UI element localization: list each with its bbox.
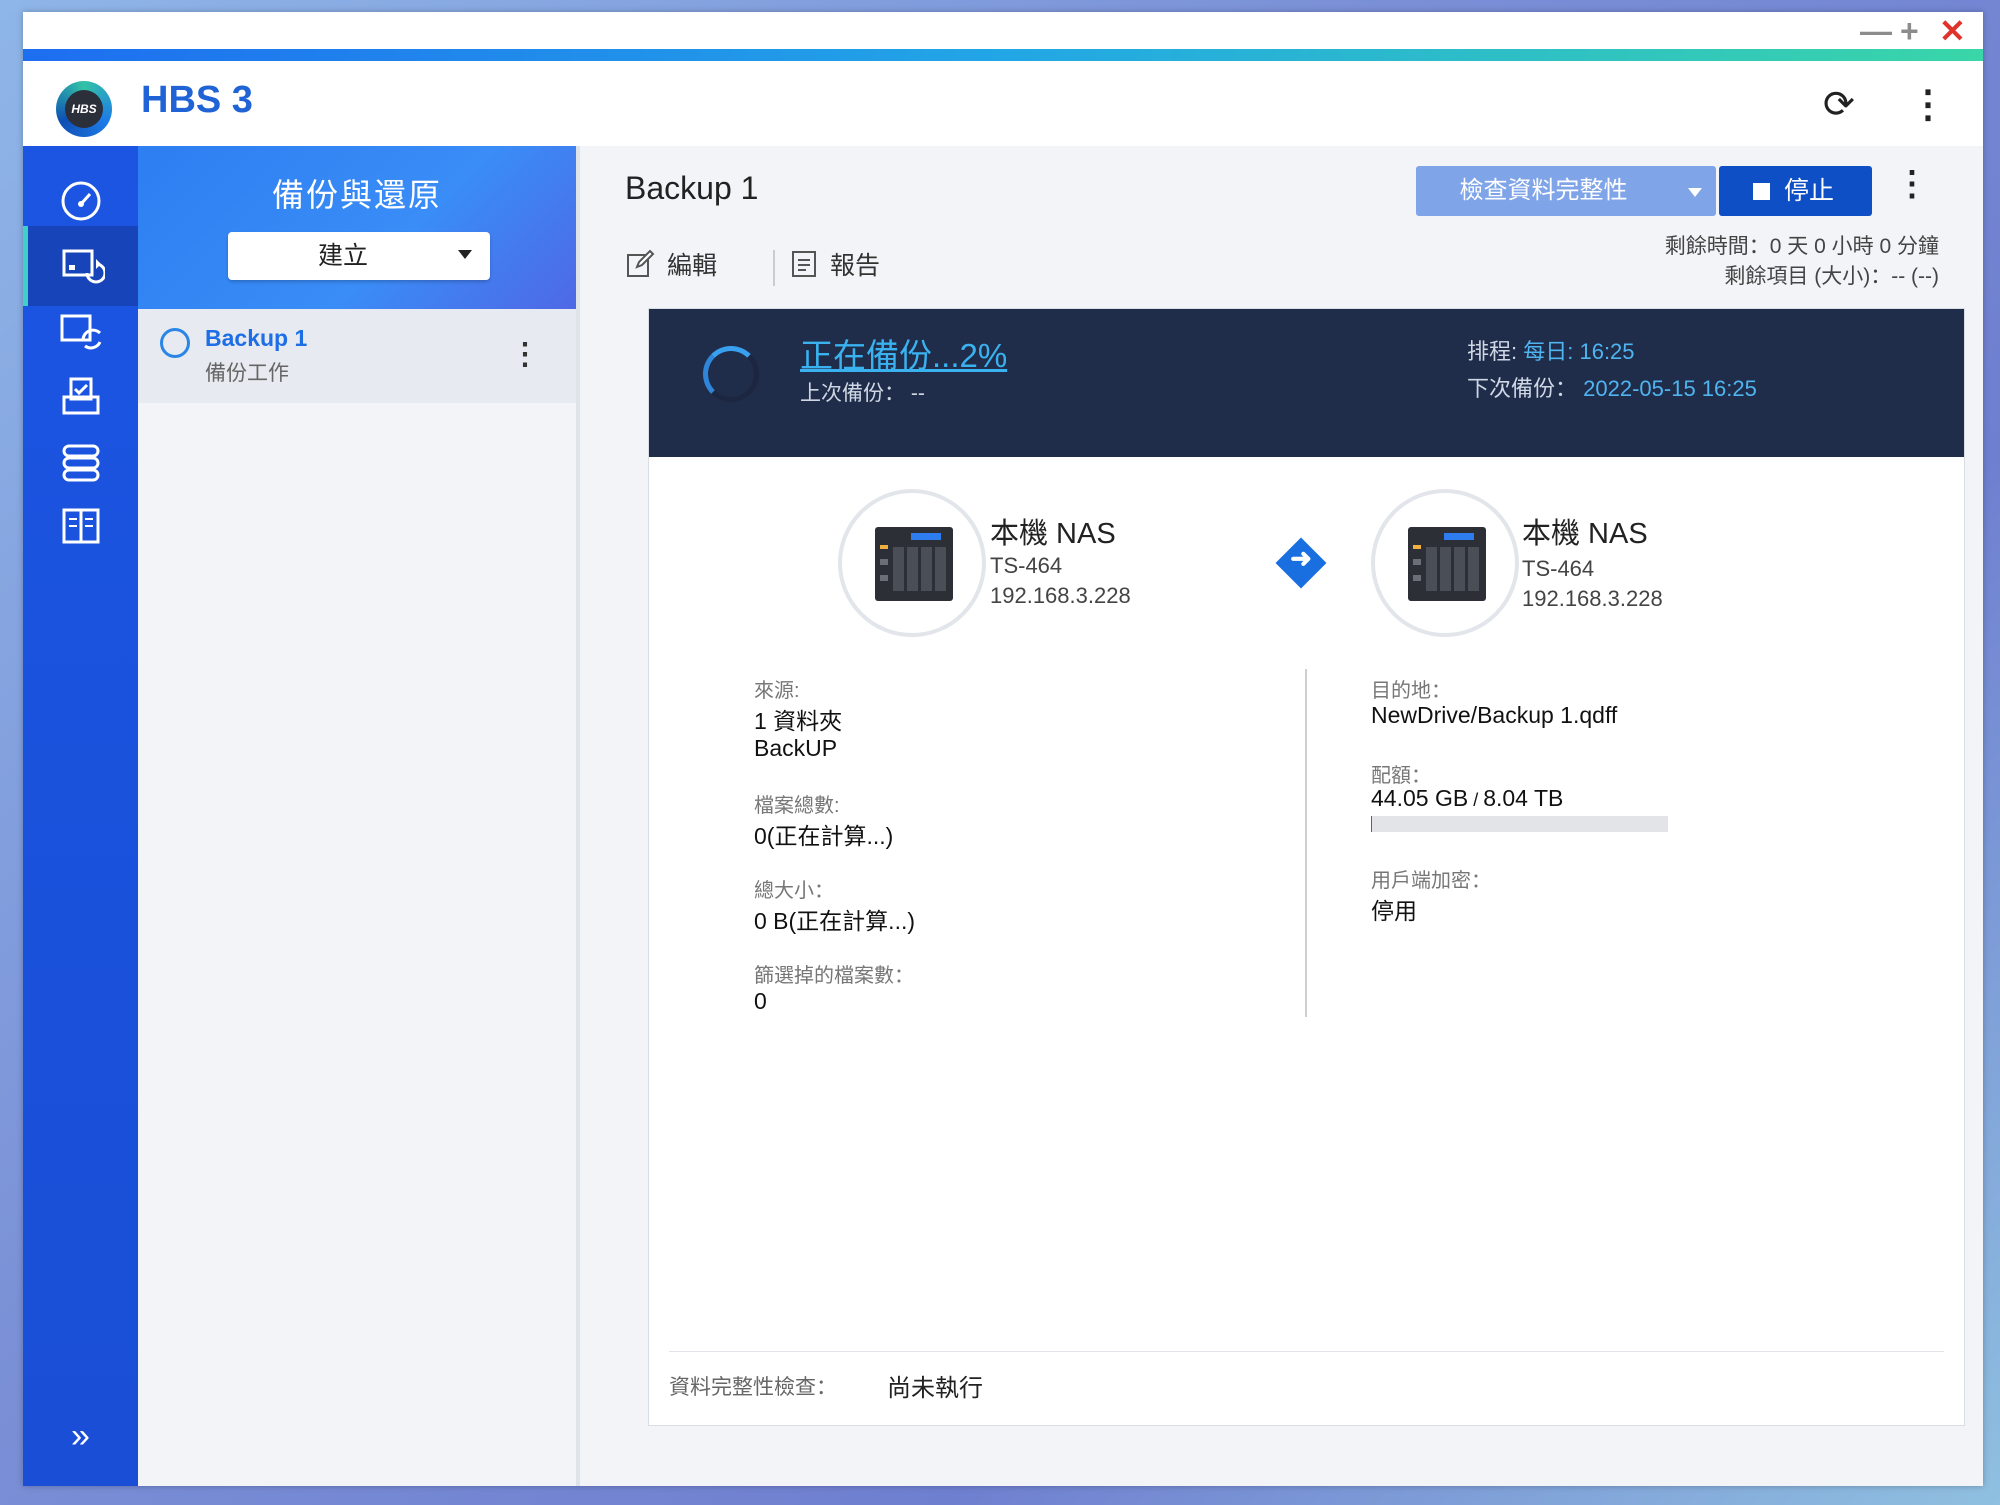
quota-separator: / [1468, 790, 1484, 810]
next-backup-value: 2022-05-15 16:25 [1583, 376, 1757, 401]
more-menu-icon[interactable]: ⋮ [1909, 75, 1947, 135]
job-subtitle: 備份工作 [205, 362, 289, 385]
quota-used: 44.05 GB [1371, 785, 1469, 811]
remaining-info: 剩餘時間：0 天 0 小時 0 分鐘 剩餘項目 (大小)：-- (--) [1665, 232, 1939, 292]
title-bar: — + ✕ [23, 12, 1983, 49]
filtered-files-label: 篩選掉的檔案數： [754, 965, 914, 987]
report-icon [792, 251, 816, 277]
schedule-value: 每日: 16:25 [1523, 339, 1635, 364]
source-nas-name: 本機 NAS [990, 518, 1116, 550]
source-nas-model: TS-464 [990, 553, 1063, 578]
schedule-label: 排程: [1467, 339, 1518, 364]
source-label: 來源: [754, 680, 800, 702]
edit-icon [627, 249, 655, 277]
create-dropdown-button[interactable]: 建立 [228, 232, 490, 280]
remaining-time: 剩餘時間：0 天 0 小時 0 分鐘 [1664, 235, 1939, 258]
encryption-label: 用戶端加密： [1371, 870, 1491, 892]
integrity-check-value: 尚未執行 [887, 1375, 983, 1402]
total-files-label: 檔案總數: [754, 795, 840, 817]
encryption-value: 停用 [1371, 898, 1417, 924]
quota-label: 配額： [1371, 765, 1431, 787]
check-integrity-button[interactable]: 檢查資料完整性 [1416, 166, 1716, 216]
check-integrity-label: 檢查資料完整性 [1459, 177, 1628, 204]
dest-nas-ip: 192.168.3.228 [1522, 586, 1663, 611]
total-files-value: 0(正在計算...) [754, 823, 894, 849]
logs-icon [62, 508, 99, 544]
dest-nas-model: TS-464 [1522, 556, 1595, 581]
dest-nas-name: 本機 NAS [1522, 518, 1648, 550]
create-label: 建立 [317, 242, 368, 270]
more-actions-icon[interactable]: ⋮ [1895, 164, 1929, 204]
destination-path: NewDrive/Backup 1.qdff [1371, 702, 1618, 728]
job-more-icon[interactable]: ⋮ [510, 337, 540, 372]
sidebar: 備份與還原 建立 Backup 1 備份工作 ⋮ [138, 146, 580, 1486]
expand-rail-button[interactable]: » [23, 1417, 138, 1456]
job-detail-card: 正在備份...2% 上次備份： -- 排程: 每日: 16:25 下次備份： 2… [648, 308, 1965, 1426]
accent-bar [23, 49, 1983, 61]
report-label: 報告 [830, 252, 881, 280]
nav-rail: » [23, 146, 138, 1486]
backup-restore-icon [62, 249, 105, 284]
source-nas-ip: 192.168.3.228 [990, 583, 1131, 608]
storage-icon [62, 444, 99, 482]
services-icon [62, 377, 99, 415]
app-name: HBS 3 [141, 79, 253, 121]
source-folders: 1 資料夾 [754, 708, 843, 734]
total-size-value: 0 B(正在計算...) [754, 908, 916, 934]
job-status-icon [160, 328, 190, 358]
source-folder-name: BackUP [754, 735, 838, 761]
stop-label: 停止 [1784, 177, 1835, 205]
schedule-info: 排程: 每日: 16:25 下次備份： 2022-05-15 16:25 [1467, 333, 1757, 407]
app-window: — + ✕ HBS HBS 3 ⟳ ⋮ » 備份與還原 建立 Backup 1 … [23, 12, 1983, 1486]
integrity-check-label: 資料完整性檢查： [669, 1376, 837, 1399]
job-list-item[interactable]: Backup 1 備份工作 ⋮ [138, 309, 576, 403]
remaining-items: 剩餘項目 (大小)：-- (--) [1724, 265, 1939, 288]
toolbar-divider [773, 250, 775, 286]
quota-value: 44.05 GB / 8.04 TB [1371, 785, 1563, 812]
stop-icon [1753, 183, 1770, 200]
refresh-icon[interactable]: ⟳ [1823, 75, 1855, 135]
minimize-button[interactable]: — [1860, 14, 1892, 48]
page-title: Backup 1 [625, 170, 759, 206]
close-button[interactable]: ✕ [1939, 14, 1966, 48]
arrow-right-icon: ➜ [1290, 543, 1312, 573]
quota-progress-fill [1371, 816, 1373, 832]
backup-status-link[interactable]: 正在備份...2% [800, 329, 1007, 377]
caret-down-icon [458, 250, 472, 259]
overview-icon [61, 181, 100, 221]
job-name: Backup 1 [205, 325, 308, 351]
rail-logs[interactable] [23, 486, 138, 566]
sidebar-header: 備份與還原 建立 [138, 146, 576, 309]
next-backup-label: 下次備份： [1467, 376, 1578, 401]
main-panel: Backup 1 檢查資料完整性 停止 ⋮ 編輯 報告 剩餘時間：0 天 0 小… [580, 146, 1983, 1486]
destination-label: 目的地： [1371, 680, 1451, 702]
quota-total: 8.04 TB [1483, 785, 1564, 811]
filtered-files-value: 0 [754, 988, 767, 1014]
report-button[interactable]: 報告 [790, 246, 880, 282]
sync-icon [60, 314, 101, 350]
sidebar-title: 備份與還原 [271, 177, 442, 213]
progress-spinner-icon [703, 346, 759, 402]
total-size-label: 總大小： [754, 880, 834, 902]
status-banner: 正在備份...2% 上次備份： -- 排程: 每日: 16:25 下次備份： 2… [649, 309, 1964, 457]
stop-button[interactable]: 停止 [1719, 166, 1872, 216]
edit-button[interactable]: 編輯 [625, 246, 717, 282]
quota-progress-bar [1371, 816, 1668, 832]
hbs-logo-icon: HBS [56, 81, 112, 137]
source-nas-icon [838, 489, 986, 637]
caret-down-icon[interactable] [1688, 188, 1702, 197]
edit-label: 編輯 [667, 252, 718, 280]
maximize-button[interactable]: + [1900, 14, 1919, 48]
column-divider [1305, 669, 1307, 1017]
last-backup: 上次備份： -- [800, 382, 925, 405]
dest-nas-icon [1371, 489, 1519, 637]
footer-divider [669, 1351, 1944, 1352]
app-header: HBS HBS 3 ⟳ ⋮ [23, 61, 1983, 146]
